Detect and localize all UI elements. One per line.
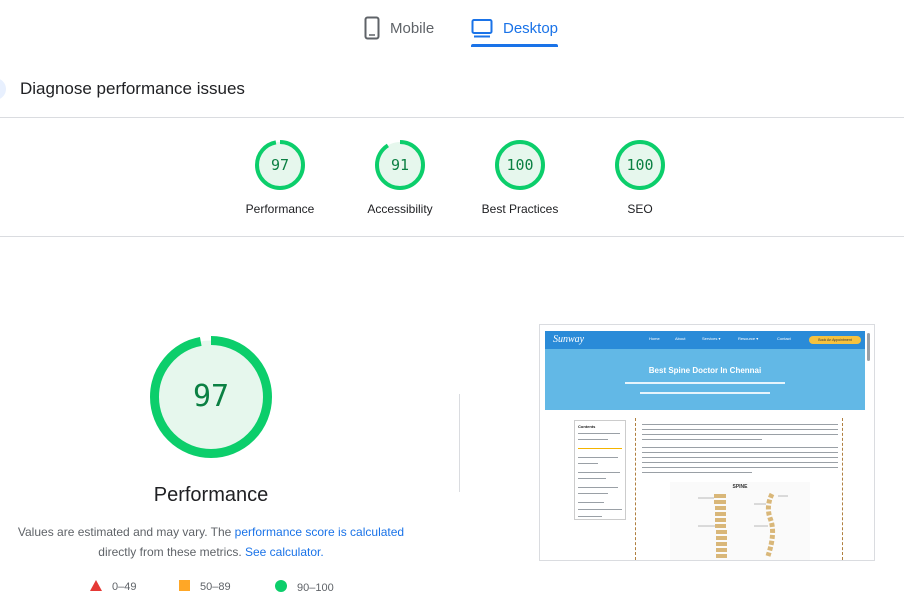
thumbnail-text-line: [642, 434, 838, 436]
thumbnail-menu-item: Resource ▾: [738, 336, 759, 341]
performance-score-link[interactable]: performance score is calculated: [235, 525, 404, 539]
thumbnail-navbar: Sunway Home About Services ▾ Resource ▾ …: [545, 331, 865, 349]
divider: [0, 117, 904, 118]
diagnose-title: Diagnose performance issues: [20, 79, 245, 98]
thumbnail-menu-item: Home: [649, 336, 660, 341]
vertical-divider: [459, 394, 460, 492]
device-tabs: Mobile Desktop: [0, 0, 904, 50]
thumbnail-menu-item: Services ▾: [702, 336, 721, 341]
thumbnail-text-line: [578, 502, 604, 504]
gauge-value: 100: [506, 156, 534, 174]
thumbnail-text-line: [640, 392, 770, 394]
thumbnail-text-line: [642, 467, 838, 469]
thumbnail-spine-image: SPINE: [670, 482, 810, 560]
gauge-ring: 91: [375, 140, 425, 190]
diagnose-section-header: Diagnose performance issues: [0, 74, 904, 104]
section-marker: [0, 78, 6, 100]
thumbnail-text-line: [642, 429, 838, 431]
thumbnail-text-line: [642, 439, 762, 441]
thumbnail-text-line: [578, 457, 618, 459]
legend-item-fail: 0–49: [90, 580, 136, 594]
thumbnail-menu-item: Contact: [777, 336, 791, 341]
gauge-label: SEO: [627, 202, 653, 216]
thumbnail-body: Contents SPINE: [545, 410, 865, 560]
legend-item-pass: 90–100: [275, 580, 334, 595]
thumbnail-text-line: [578, 478, 606, 480]
thumbnail-text-line: [578, 509, 622, 511]
smartphone-icon: [364, 16, 380, 40]
thumbnail-text-line: [642, 462, 838, 464]
thumbnail-text-line: [578, 487, 618, 489]
thumbnail-text-line: [642, 472, 752, 474]
gauge-label: Performance: [245, 202, 315, 216]
performance-main-gauge: 97: [150, 336, 272, 458]
green-circle-icon: [275, 580, 287, 595]
legend-range: 0–49: [112, 581, 137, 593]
legend-range: 90–100: [297, 581, 334, 594]
thumbnail-text-line: [578, 448, 622, 450]
note-text: Values are estimated and may vary. The: [17, 525, 235, 539]
tab-desktop[interactable]: Desktop: [471, 10, 558, 46]
legend-range: 50–89: [200, 581, 231, 593]
thumbnail-text-line: [642, 424, 838, 426]
thumbnail-text-line: [642, 452, 838, 454]
tab-desktop-label: Desktop: [503, 19, 559, 37]
thumbnail-toc: Contents: [574, 420, 626, 520]
score-legend: 0–49 50–89 90–100: [0, 580, 422, 598]
legend-item-average: 50–89: [179, 580, 231, 594]
thumbnail-toc-title: Contents: [578, 424, 596, 429]
thumbnail-article: SPINE: [635, 418, 843, 560]
red-triangle-icon: [90, 580, 102, 594]
active-tab-indicator: [471, 44, 558, 47]
main-gauge-value: 97: [192, 379, 230, 414]
thumbnail-text-line: [642, 457, 838, 459]
thumbnail-text-line: [578, 463, 598, 465]
thumbnail-hero: Best Spine Doctor In Chennai: [545, 349, 865, 410]
gauge-value: 100: [626, 156, 654, 174]
divider: [0, 236, 904, 237]
tab-mobile-label: Mobile: [390, 19, 435, 37]
main-gauge-title: Performance: [153, 484, 269, 506]
thumbnail-text-line: [578, 516, 602, 518]
score-gauge-best-practices[interactable]: 100 Best Practices: [460, 140, 580, 216]
thumbnail-text-line: [642, 447, 838, 449]
thumbnail-text-line: [578, 439, 608, 441]
score-gauge-performance[interactable]: 97 Performance: [220, 140, 340, 216]
gauge-ring: 100: [495, 140, 545, 190]
tab-mobile[interactable]: Mobile: [364, 10, 434, 46]
thumbnail-scrollbar: [867, 333, 870, 361]
gauge-ring: 100: [615, 140, 665, 190]
thumbnail-menu-item: About: [675, 336, 686, 341]
thumbnail-text-line: [625, 382, 785, 384]
desktop-icon: [471, 18, 493, 38]
thumbnail-cta-button: Book An Appointment: [809, 336, 861, 344]
note-text: directly from these metrics.: [98, 545, 245, 559]
thumbnail-text-line: [578, 433, 620, 435]
thumbnail-hero-title: Best Spine Doctor In Chennai: [648, 366, 762, 375]
page-screenshot-thumbnail[interactable]: Sunway Home About Services ▾ Resource ▾ …: [539, 324, 875, 561]
spine-illustration: [698, 492, 788, 558]
gauge-value: 97: [270, 156, 290, 174]
score-gauge-seo[interactable]: 100 SEO: [580, 140, 700, 216]
gauge-label: Best Practices: [481, 202, 559, 216]
see-calculator-link[interactable]: See calculator.: [245, 545, 324, 559]
gauge-ring: 97: [255, 140, 305, 190]
gauge-label: Accessibility: [367, 202, 433, 216]
thumbnail-text-line: [578, 472, 620, 474]
orange-square-icon: [179, 580, 190, 594]
score-gauge-accessibility[interactable]: 91 Accessibility: [340, 140, 460, 216]
score-note: Values are estimated and may vary. The p…: [0, 522, 422, 562]
thumbnail-text-line: [578, 493, 608, 495]
thumbnail-logo: Sunway: [553, 334, 585, 345]
gauge-value: 91: [390, 156, 410, 174]
